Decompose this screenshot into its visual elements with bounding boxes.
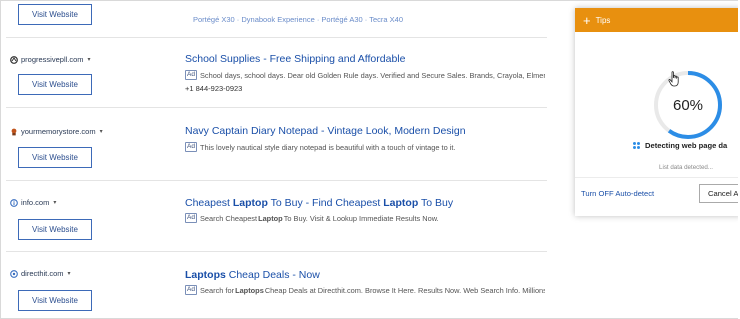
ad-title-link[interactable]: School Supplies - Free Shipping and Affo…: [185, 53, 405, 65]
ad-description-text: Search Cheapest: [199, 213, 258, 223]
site-favicon-icon: [10, 128, 18, 136]
ad-description: Ad Search Cheapest Laptop To Buy. Visit …: [185, 213, 545, 223]
ad-title-text: To Buy: [418, 197, 454, 209]
site-domain[interactable]: yourmemorystore.com ▾: [10, 127, 103, 136]
divider: [6, 37, 547, 38]
site-domain-label: progressivepll.com: [21, 55, 84, 64]
chevron-down-icon[interactable]: ▾: [68, 270, 71, 277]
plus-icon[interactable]: +: [583, 14, 591, 27]
visit-website-button[interactable]: Visit Website: [18, 219, 92, 240]
phone-number[interactable]: +1 844-923-0923: [185, 84, 242, 93]
ad-description-text: This lovely nautical style diary notepad…: [199, 142, 456, 152]
site-domain[interactable]: progressivepll.com ▾: [10, 55, 91, 64]
visit-website-button[interactable]: Visit Website: [18, 4, 92, 25]
ad-description-text: Search for: [199, 285, 235, 295]
list-data-status: List data detected...: [659, 164, 714, 171]
detecting-status: Detecting web page da: [633, 141, 727, 150]
loading-spinner-icon: [633, 142, 640, 149]
faded-text: [193, 0, 195, 6]
ad-title-keyword: Laptop: [383, 197, 419, 209]
chevron-down-icon[interactable]: ▾: [100, 128, 103, 135]
divider: [6, 180, 547, 181]
ad-description-text: To Buy. Visit & Lookup Immediate Results…: [283, 213, 439, 223]
ad-badge: Ad: [185, 142, 197, 152]
site-favicon-icon: [10, 55, 18, 64]
site-domain[interactable]: directhit.com ▾: [10, 269, 71, 278]
progress-percent: 60%: [672, 96, 704, 114]
ad-title-link[interactable]: Laptops Cheap Deals - Now: [185, 269, 320, 281]
ad-title-link[interactable]: Navy Captain Diary Notepad - Vintage Loo…: [185, 125, 466, 137]
sitelinks[interactable]: Portégé X30 · Dynabook Experience · Port…: [193, 15, 403, 24]
visit-website-button[interactable]: Visit Website: [18, 74, 92, 95]
ad-title-text: Cheap Deals - Now: [225, 269, 320, 281]
visit-website-button[interactable]: Visit Website: [18, 147, 92, 168]
ad-badge: Ad: [185, 285, 197, 295]
ad-title-keyword: Laptop: [232, 197, 268, 209]
tips-panel: + Tips 60% Detecting web page da List da…: [575, 8, 740, 216]
hand-cursor-icon: [668, 71, 679, 87]
ad-badge: Ad: [185, 213, 197, 223]
divider: [6, 107, 547, 108]
visit-website-button[interactable]: Visit Website: [18, 290, 92, 311]
ad-description-keyword: Laptops: [235, 285, 264, 295]
detecting-text: Detecting web page da: [645, 141, 728, 150]
ad-description: Ad This lovely nautical style diary note…: [185, 142, 545, 152]
site-favicon-icon: [10, 269, 18, 278]
site-favicon-icon: [10, 198, 18, 207]
ad-badge: Ad: [185, 70, 197, 80]
chevron-down-icon[interactable]: ▾: [88, 56, 91, 63]
ad-title-text: Cheapest: [185, 197, 233, 209]
divider: [6, 251, 547, 252]
ad-title-text: To Buy - Find Cheapest: [267, 197, 384, 209]
chevron-down-icon[interactable]: ▾: [53, 199, 56, 206]
ad-description-text: School days, school days. Dear old Golde…: [199, 70, 545, 80]
cancel-button[interactable]: Cancel A: [699, 184, 740, 203]
ad-title-link[interactable]: Cheapest Laptop To Buy - Find Cheapest L…: [185, 197, 453, 209]
tips-header: + Tips: [575, 8, 740, 32]
site-domain-label: yourmemorystore.com: [21, 127, 96, 136]
ad-description: Ad School days, school days. Dear old Go…: [185, 70, 545, 80]
site-domain-label: directhit.com: [21, 269, 64, 278]
ad-description-keyword: Laptop: [258, 213, 283, 223]
turn-off-autodetect-link[interactable]: Turn OFF Auto-detect: [581, 189, 654, 198]
ad-description: Ad Search for Laptops Cheap Deals at Dir…: [185, 285, 545, 295]
ad-title-keyword: Laptops: [185, 269, 226, 281]
site-domain[interactable]: info.com ▾: [10, 198, 56, 207]
divider: [575, 177, 740, 178]
ad-description-text: Cheap Deals at Directhit.com. Browse It …: [264, 285, 545, 295]
tips-title: Tips: [595, 15, 611, 25]
site-domain-label: info.com: [21, 198, 50, 207]
